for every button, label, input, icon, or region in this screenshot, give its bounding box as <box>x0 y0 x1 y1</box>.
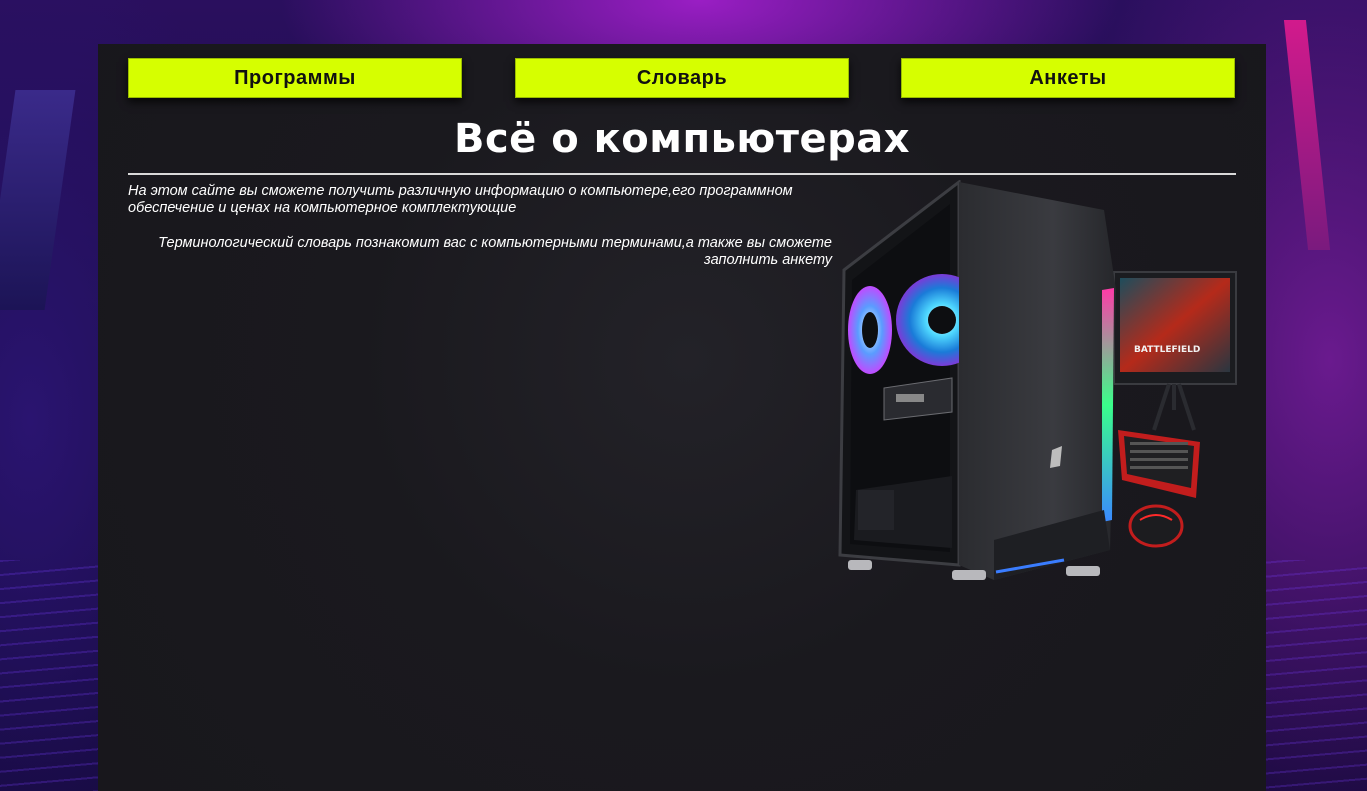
background-decoration <box>1283 20 1331 250</box>
nav-questionnaires-button[interactable]: Анкеты <box>901 58 1235 98</box>
title-divider <box>128 173 1236 175</box>
background-decoration <box>0 90 76 310</box>
gaming-pc-image: BATTLEFIELD <box>838 180 1237 580</box>
monitor-icon: BATTLEFIELD <box>1113 271 1237 431</box>
keyboard-icon <box>1118 430 1200 498</box>
svg-text:BATTLEFIELD: BATTLEFIELD <box>1134 345 1200 355</box>
nav-programs-button[interactable]: Программы <box>128 58 462 98</box>
page-title: Всё о компьютерах <box>453 116 911 162</box>
intro-paragraph: На этом сайте вы сможете получить различ… <box>128 183 793 216</box>
dictionary-paragraph: Терминологический словарь познакомит вас… <box>158 235 832 268</box>
nav-dictionary-button[interactable]: Словарь <box>515 58 849 98</box>
main-panel: Программы Словарь Анкеты Всё о компьютер… <box>98 44 1266 791</box>
mouse-icon <box>1128 504 1184 548</box>
top-navigation: Программы Словарь Анкеты <box>128 58 1236 100</box>
